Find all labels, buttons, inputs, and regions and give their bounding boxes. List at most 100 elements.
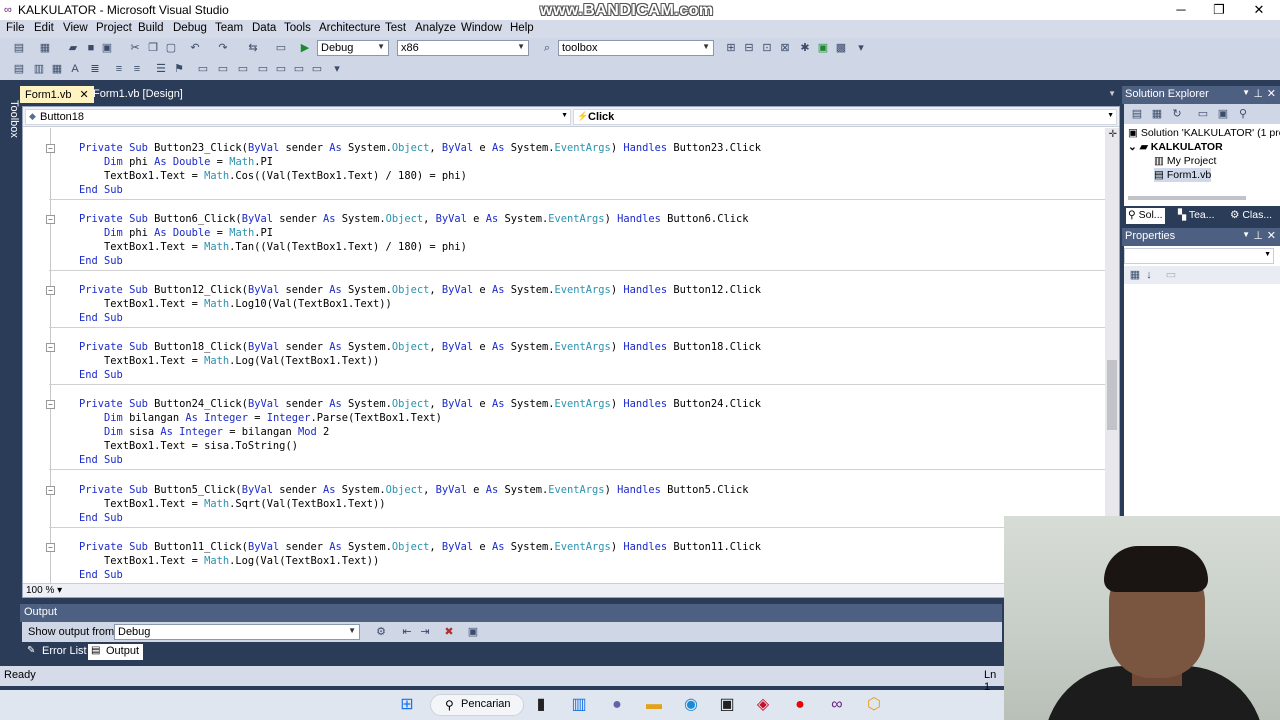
collapse-toggle-icon[interactable]: − [46, 286, 55, 295]
decrease-indent-icon[interactable]: ≣ [88, 62, 102, 76]
alphabetical-icon[interactable]: ↓ [1142, 268, 1156, 282]
categorized-icon[interactable]: ▦ [1128, 268, 1142, 282]
tree-project[interactable]: ⌄ ▰ KALKULATOR [1128, 140, 1223, 154]
scrollbar-thumb[interactable] [1107, 360, 1117, 430]
store-icon[interactable]: ▣ [716, 695, 738, 715]
object-browser-icon[interactable]: ⊡ [760, 41, 774, 55]
horizontal-scrollbar[interactable] [1128, 196, 1246, 200]
uncomment-icon[interactable]: ☰ [154, 62, 168, 76]
tree-my-project[interactable]: ▥ My Project [1154, 154, 1216, 168]
close-button[interactable]: ✕ [1240, 0, 1278, 20]
collapse-toggle-icon[interactable]: − [46, 215, 55, 224]
chat-icon[interactable]: ● [606, 695, 628, 715]
app-icon[interactable]: ⬡ [863, 695, 885, 715]
tab-list-dropdown-icon[interactable]: ▼ [1108, 89, 1116, 98]
tab-output[interactable]: ▤ Output [88, 644, 144, 660]
tools-icon[interactable]: ✱ [798, 41, 812, 55]
window-position-icon[interactable]: ▼ [1242, 230, 1250, 239]
display-object-icon[interactable]: ▤ [12, 62, 26, 76]
toolbox-icon[interactable]: ⊠ [778, 41, 792, 55]
collapse-toggle-icon[interactable]: − [46, 144, 55, 153]
collapse-toggle-icon[interactable]: − [46, 400, 55, 409]
start-debug-icon[interactable]: ▶ [298, 41, 312, 55]
new-project-icon[interactable]: ▤ [12, 41, 26, 55]
tab-team-explorer[interactable]: ▚ Tea... [1176, 208, 1217, 224]
save-icon[interactable]: ■ [84, 41, 98, 55]
class-diagram-icon[interactable]: ⚲ [1236, 107, 1250, 121]
code-text-area[interactable]: − Private Sub Button23_Click(ByVal sende… [23, 128, 1105, 584]
toolbox-tab[interactable]: Toolbox [0, 100, 20, 138]
save-all-icon[interactable]: ▣ [100, 41, 114, 55]
menu-help[interactable]: Help [510, 22, 534, 34]
copy-icon[interactable]: ❐ [146, 41, 160, 55]
window-position-icon[interactable]: ▼ [1242, 88, 1250, 97]
menu-file[interactable]: File [6, 22, 25, 34]
view-code-icon[interactable]: ▭ [1196, 107, 1210, 121]
next-message-icon[interactable]: ⇥ [418, 625, 432, 639]
navigate-icon[interactable]: ⇆ [246, 41, 260, 55]
output-source-select[interactable]: Debug ▼ [114, 624, 360, 640]
paste-icon[interactable]: ▢ [164, 41, 178, 55]
tree-solution[interactable]: ▣ Solution 'KALKULATOR' (1 project) [1128, 126, 1280, 140]
show-all-files-icon[interactable]: ▦ [1150, 107, 1164, 121]
bandicam-record-icon[interactable]: ● [789, 695, 811, 715]
split-window-icon[interactable]: ✛ [1109, 129, 1117, 140]
platform-select[interactable]: x86 ▼ [397, 40, 529, 56]
cut-icon[interactable]: ✂ [128, 41, 142, 55]
snap-layout-icon[interactable]: ▥ [568, 695, 590, 715]
tab-form1-vb[interactable]: Form1.vb ✕ [20, 86, 94, 103]
complete-word-icon[interactable]: A [68, 62, 82, 76]
refresh-icon[interactable]: ↻ [1170, 107, 1184, 121]
solution-config-select[interactable]: Debug ▼ [317, 40, 389, 56]
collapse-toggle-icon[interactable]: − [46, 486, 55, 495]
view-designer-icon[interactable]: ▣ [1216, 107, 1230, 121]
menu-window[interactable]: Window [461, 22, 502, 34]
next-bookmark-folder-icon[interactable]: ▭ [256, 62, 270, 76]
task-view-icon[interactable]: ▮ [530, 695, 552, 715]
properties-object-select[interactable]: ▼ [1124, 248, 1274, 264]
open-folder-icon[interactable]: ▰ [66, 41, 80, 55]
menu-edit[interactable]: Edit [34, 22, 54, 34]
solution-explorer-icon[interactable]: ⊞ [724, 41, 738, 55]
menu-data[interactable]: Data [252, 22, 276, 34]
next-bookmark-icon[interactable]: ▭ [216, 62, 230, 76]
properties-icon[interactable]: ▤ [1130, 107, 1144, 121]
property-pages-icon[interactable]: ▭ [1164, 268, 1178, 282]
minimize-button[interactable]: ─ [1162, 0, 1200, 20]
close-icon[interactable]: ✕ [1267, 229, 1276, 242]
menu-team[interactable]: Team [215, 22, 243, 34]
method-name-select[interactable]: ⚡ Click ▼ [573, 109, 1117, 125]
add-item-icon[interactable]: ▦ [38, 41, 52, 55]
menu-view[interactable]: View [63, 22, 88, 34]
clear-all-icon[interactable]: ✖ [442, 625, 456, 639]
quick-info-icon[interactable]: ▦ [50, 62, 64, 76]
properties-icon[interactable]: ⊟ [742, 41, 756, 55]
navigate-forward-icon[interactable]: ▭ [274, 41, 288, 55]
collapse-toggle-icon[interactable]: − [46, 543, 55, 552]
clear-bookmarks-icon[interactable]: ▭ [310, 62, 324, 76]
prev-bookmark-folder-icon[interactable]: ▭ [236, 62, 250, 76]
visual-studio-taskbar-icon[interactable]: ∞ [826, 695, 848, 715]
maximize-button[interactable]: ❐ [1200, 0, 1238, 20]
mcafee-icon[interactable]: ◈ [752, 695, 774, 715]
more-options-icon[interactable]: ▾ [854, 41, 868, 55]
tree-form1[interactable]: ▤ Form1.vb [1154, 168, 1212, 182]
class-name-select[interactable]: ◆ Button18 ▼ [25, 109, 571, 125]
find-combo[interactable]: toolbox ▼ [558, 40, 714, 56]
collapse-toggle-icon[interactable]: − [46, 343, 55, 352]
menu-project[interactable]: Project [96, 22, 132, 34]
go-to-message-icon[interactable]: ⚙ [374, 625, 388, 639]
menu-test[interactable]: Test [385, 22, 406, 34]
taskbar-search[interactable]: ⚲ Pencarian [430, 694, 524, 716]
prev-bookmark-doc-icon[interactable]: ▭ [274, 62, 288, 76]
toolbar-options-icon[interactable]: ▾ [330, 62, 344, 76]
word-wrap-icon[interactable]: ▣ [466, 625, 480, 639]
next-bookmark-doc-icon[interactable]: ▭ [292, 62, 306, 76]
increase-indent-icon[interactable]: ≡ [112, 62, 126, 76]
prev-bookmark-icon[interactable]: ▭ [196, 62, 210, 76]
tab-error-list[interactable]: ✎ Error List [24, 644, 91, 660]
bookmark-icon[interactable]: ⚑ [172, 62, 186, 76]
find-in-files-icon[interactable]: ⌕ [540, 41, 554, 55]
menu-analyze[interactable]: Analyze [415, 22, 456, 34]
undo-icon[interactable]: ↶ [188, 41, 202, 55]
